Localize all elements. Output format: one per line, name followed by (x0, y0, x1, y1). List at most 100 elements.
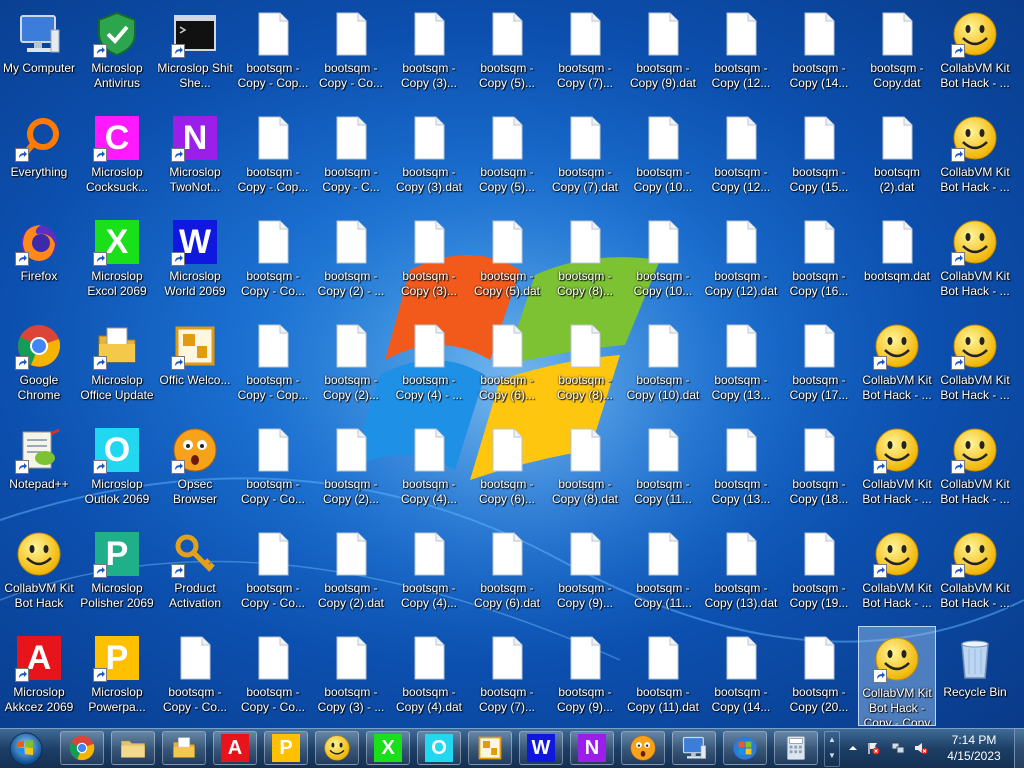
desktop-icon-microslop-powerpa[interactable]: P Microslop Powerpa... (78, 626, 156, 726)
taskbar-button-opsec[interactable] (621, 731, 665, 765)
desktop-icon-bootsqm-copy-co[interactable]: bootsqm - Copy - Co... (234, 626, 312, 726)
desktop-icon-bootsqm-copy-2[interactable]: bootsqm - Copy (2)... (312, 314, 390, 414)
desktop-icon-bootsqm-copy-co[interactable]: bootsqm - Copy - Co... (312, 2, 390, 102)
desktop[interactable]: My Computer Everything Firefox Google Chrom… (0, 0, 1024, 728)
desktop-icon-bootsqm-copy-10-dat[interactable]: bootsqm - Copy (10).dat (624, 314, 702, 414)
desktop-icon-b[interactable]: B (1014, 522, 1024, 622)
network-icon[interactable] (891, 741, 905, 755)
desktop-icon-notepad[interactable]: Notepad++ (0, 418, 78, 518)
desktop-icon-bootsqm-copy-9[interactable]: bootsqm - Copy (9)... (546, 522, 624, 622)
desktop-icon-bootsqm-copy-9-dat[interactable]: bootsqm - Copy (9).dat (624, 2, 702, 102)
desktop-icon-collabvm-kit-bot-hack[interactable]: CollabVM Kit Bot Hack - ... (936, 314, 1014, 414)
desktop-icon-bootsqm-copy-12[interactable]: bootsqm - Copy (12... (702, 106, 780, 206)
desktop-icon-collabvm-kit-bot-hack[interactable]: CollabVM Kit Bot Hack - ... (858, 522, 936, 622)
desktop-icon-bootsqm-copy-5-dat[interactable]: bootsqm - Copy (5).dat (468, 210, 546, 310)
show-desktop-button[interactable] (1014, 729, 1024, 768)
desktop-icon-bootsqm-copy-12[interactable]: bootsqm - Copy (12... (702, 2, 780, 102)
desktop-icon-bootsqm-copy-11[interactable]: bootsqm - Copy (11... (624, 522, 702, 622)
desktop-icon-bootsqm-copy-2[interactable]: bootsqm - Copy (2) - ... (312, 210, 390, 310)
desktop-icon-bootsqm-copy-8[interactable]: bootsqm - Copy (8)... (546, 210, 624, 310)
desktop-icon-bootsqm-copy-14[interactable]: bootsqm - Copy (14... (780, 2, 858, 102)
desktop-icon-bootsqm-copy-13[interactable]: bootsqm - Copy (13... (702, 314, 780, 414)
desktop-icon-bootsqm-copy-3[interactable]: bootsqm - Copy (3)... (390, 2, 468, 102)
desktop-icon-microslop-world-2069[interactable]: W Microslop World 2069 (156, 210, 234, 310)
desktop-icon-bootsqm-copy-16[interactable]: bootsqm - Copy (16... (780, 210, 858, 310)
desktop-icon-bootsqm-copy-12-dat[interactable]: bootsqm - Copy (12).dat (702, 210, 780, 310)
desktop-icon-microslop-polisher-2069[interactable]: P Microslop Polisher 2069 (78, 522, 156, 622)
desktop-icon-bootsqm-copy-8-dat[interactable]: bootsqm - Copy (8).dat (546, 418, 624, 518)
taskbar-button-powerpa[interactable]: P (264, 731, 308, 765)
desktop-icon-microslop-cocksuck[interactable]: C Microslop Cocksuck... (78, 106, 156, 206)
desktop-icon-microslop-outlok-2069[interactable]: O Microslop Outlok 2069 (78, 418, 156, 518)
desktop-icon-google-chrome[interactable]: Google Chrome (0, 314, 78, 414)
desktop-icon-bootsqm-copy-3-dat[interactable]: bootsqm - Copy (3).dat (390, 106, 468, 206)
taskbar-button-calculator[interactable] (774, 731, 818, 765)
desktop-icon-microslop-office-update[interactable]: Microslop Office Update (78, 314, 156, 414)
desktop-icon-bootsqm-dat[interactable]: bootsqm.dat (858, 210, 936, 310)
desktop-icon-bootsqm-copy-6-dat[interactable]: bootsqm - Copy (6).dat (468, 522, 546, 622)
desktop-icon-collabvm-kit-bot-hack[interactable]: CollabVM Kit Bot Hack - ... (936, 418, 1014, 518)
desktop-icon-collabvm-kit-bot-hack[interactable]: CollabVM Kit Bot Hack - ... (936, 210, 1014, 310)
desktop-icon-bootsqm-copy-dat[interactable]: bootsqm - Copy.dat (858, 2, 936, 102)
desktop-icon-collabvm-kit-bot-hack[interactable]: CollabVM Kit Bot Hack - ... (936, 2, 1014, 102)
desktop-icon-bootsqm-copy-2-dat[interactable]: bootsqm - Copy (2).dat (312, 522, 390, 622)
up-arrow-icon[interactable] (846, 741, 860, 755)
desktop-icon-collabvm-kit-bot-hack[interactable]: CollabVM Kit Bot Hack - ... (858, 418, 936, 518)
desktop-icon-microslop-antivirus-2069[interactable]: Microslop Antivirus 2069 (78, 2, 156, 102)
desktop-icon-microslop-akkcez-2069[interactable]: A Microslop Akkcez 2069 (0, 626, 78, 726)
desktop-icon-bootsqm-copy-13-dat[interactable]: bootsqm - Copy (13).dat (702, 522, 780, 622)
desktop-icon-bootsqm-copy-6[interactable]: bootsqm - Copy (6)... (468, 418, 546, 518)
taskbar-clock[interactable]: 7:14 PM 4/15/2023 (938, 732, 1010, 764)
desktop-icon-bootsqm-copy-13[interactable]: bootsqm - Copy (13... (702, 418, 780, 518)
desktop-icon-bootsqm-copy-3[interactable]: bootsqm - Copy (3) - ... (312, 626, 390, 726)
flag-error-icon[interactable] (866, 741, 880, 755)
desktop-icon-bootsqm-copy-7[interactable]: bootsqm - Copy (7)... (468, 626, 546, 726)
desktop-icon-collabvm-kit-bot-hack[interactable]: CollabVM Kit Bot Hack (0, 522, 78, 622)
desktop-icon-microslop-excol-2069[interactable]: X Microslop Excol 2069 (78, 210, 156, 310)
desktop-icon-bootsqm-copy-co[interactable]: bootsqm - Copy - Co... (156, 626, 234, 726)
taskbar-button-explorer[interactable] (111, 731, 155, 765)
taskbar-button-network[interactable] (672, 731, 716, 765)
desktop-icon-c[interactable]: C (1014, 2, 1024, 102)
desktop-icon-bootsqm-copy-2[interactable]: bootsqm - Copy (2)... (312, 418, 390, 518)
start-button[interactable] (2, 730, 50, 767)
desktop-icon-bootsqm-copy-co[interactable]: bootsqm - Copy - Co... (234, 522, 312, 622)
taskbar-button-collabvm[interactable] (315, 731, 359, 765)
desktop-icon-bootsqm-copy-10[interactable]: bootsqm - Copy (10... (624, 106, 702, 206)
desktop-icon-bootsqm-copy-4[interactable]: bootsqm - Copy (4) - ... (390, 314, 468, 414)
desktop-icon-microslop-twonot[interactable]: N Microslop TwoNot... (156, 106, 234, 206)
desktop-icon-bootsqm-copy-c[interactable]: bootsqm - Copy - C... (312, 106, 390, 206)
desktop-icon-my-computer[interactable]: My Computer (0, 2, 78, 102)
desktop-icon-bootsqm-copy-co[interactable]: bootsqm - Copy - Co... (234, 210, 312, 310)
desktop-icon-bootsqm-copy-cop[interactable]: bootsqm - Copy - Cop... (234, 314, 312, 414)
desktop-icon-bootsqm-copy-17[interactable]: bootsqm - Copy (17... (780, 314, 858, 414)
desktop-icon-bootsqm-copy-9[interactable]: bootsqm - Copy (9)... (546, 626, 624, 726)
taskbar-button-excol[interactable]: X (366, 731, 410, 765)
desktop-icon-bootsqm-copy-cop[interactable]: bootsqm - Copy - Cop... (234, 2, 312, 102)
desktop-icon-b[interactable]: B (1014, 418, 1024, 518)
desktop-icon-bootsqm-copy-7[interactable]: bootsqm - Copy (7)... (546, 2, 624, 102)
desktop-icon-bootsqm-copy-11-dat[interactable]: bootsqm - Copy (11).dat (624, 626, 702, 726)
desktop-icon-bootsqm-2-dat[interactable]: bootsqm (2).dat (858, 106, 936, 206)
desktop-icon-bootsqm-copy-3[interactable]: bootsqm - Copy (3)... (390, 210, 468, 310)
desktop-icon-bootsqm-copy-7-dat[interactable]: bootsqm - Copy (7).dat (546, 106, 624, 206)
desktop-icon-bootsqm-copy-4[interactable]: bootsqm - Copy (4)... (390, 522, 468, 622)
taskbar-button-chrome[interactable] (60, 731, 104, 765)
taskbar-button-outlok[interactable]: O (417, 731, 461, 765)
desktop-icon-collabvm-kit-bot-hack[interactable]: CollabVM Kit Bot Hack - ... (858, 314, 936, 414)
desktop-icon-bootsqm-copy-cop[interactable]: bootsqm - Copy - Cop... (234, 106, 312, 206)
desktop-icon-c[interactable]: C (1014, 626, 1024, 726)
desktop-icon-c[interactable]: C (1014, 106, 1024, 206)
desktop-icon-bootsqm-copy-co[interactable]: bootsqm - Copy - Co... (234, 418, 312, 518)
desktop-icon-firefox[interactable]: Firefox (0, 210, 78, 310)
desktop-icon-bootsqm-copy-11[interactable]: bootsqm - Copy (11... (624, 418, 702, 518)
desktop-icon-everything[interactable]: Everything (0, 106, 78, 206)
desktop-icon-bootsqm-copy-5[interactable]: bootsqm - Copy (5)... (468, 106, 546, 206)
desktop-icon-bootsqm-copy-6[interactable]: bootsqm - Copy (6)... (468, 314, 546, 414)
desktop-icon-bootsqm-copy-4[interactable]: bootsqm - Copy (4)... (390, 418, 468, 518)
desktop-icon-collabvm-kit-bot-hack[interactable]: CollabVM Kit Bot Hack - ... (936, 522, 1014, 622)
desktop-icon-opsec-browser[interactable]: Opsec Browser (156, 418, 234, 518)
desktop-icon-bootsqm-copy-20[interactable]: bootsqm - Copy (20... (780, 626, 858, 726)
desktop-icon-c[interactable]: C (1014, 314, 1024, 414)
taskbar-scroll-button[interactable]: ▲ ▼ (824, 731, 840, 767)
